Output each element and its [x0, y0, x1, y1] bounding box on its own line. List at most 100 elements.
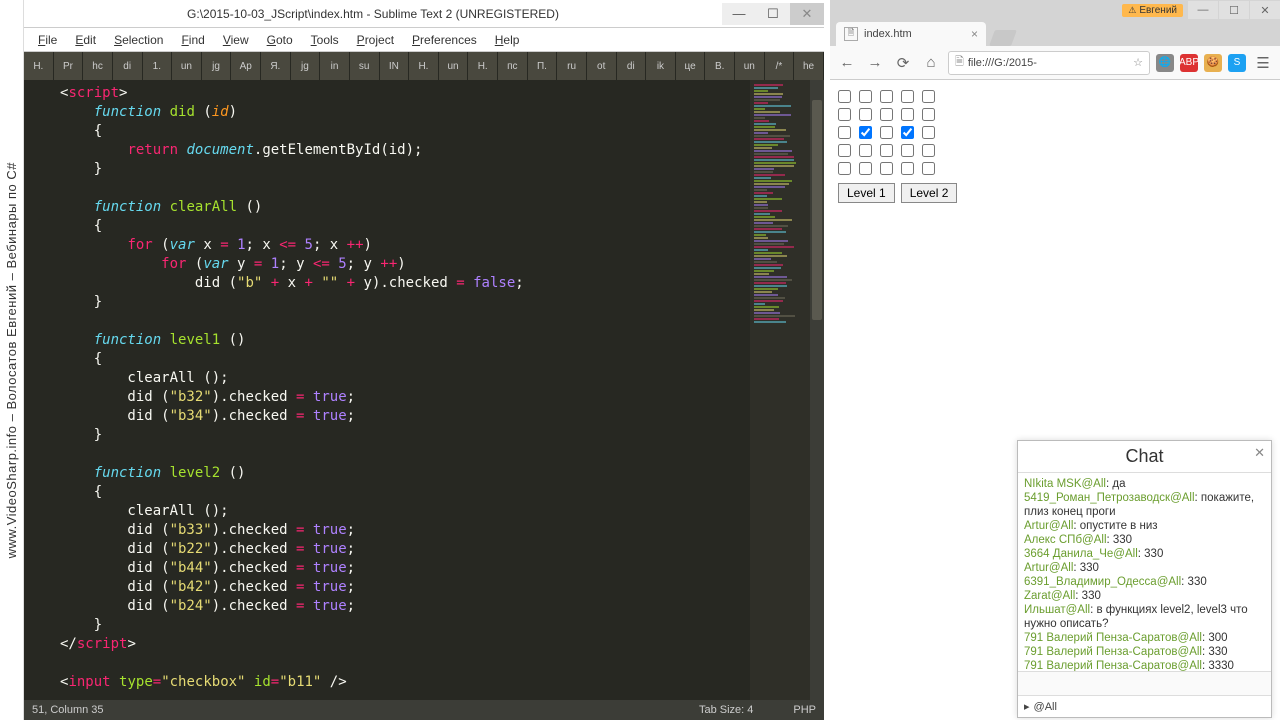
close-button[interactable]: ✕ — [790, 3, 824, 25]
reload-button[interactable]: ⟳ — [892, 52, 914, 74]
minimap[interactable] — [750, 80, 810, 700]
sublime-tab[interactable]: ot — [587, 52, 617, 80]
url-bar[interactable]: 🗎 file:///G:/2015- ☆ — [948, 51, 1150, 75]
sublime-tab[interactable]: in — [320, 52, 350, 80]
sublime-tab[interactable]: su — [350, 52, 380, 80]
ext-cookie-icon[interactable]: 🍪 — [1204, 54, 1222, 72]
sublime-tab[interactable]: В. — [705, 52, 735, 80]
checkbox-b23[interactable] — [880, 108, 893, 121]
checkbox-b54[interactable] — [901, 162, 914, 175]
sublime-tabbar[interactable]: Н.Prhcdi1.unjgАрЯ.jginsuINН.unН.псП.ruot… — [24, 52, 824, 80]
sublime-tab[interactable]: Я. — [261, 52, 291, 80]
sublime-tab[interactable]: Ар — [231, 52, 261, 80]
chrome-tab[interactable]: 🗎 index.htm × — [836, 22, 986, 46]
sublime-tab[interactable]: П. — [528, 52, 558, 80]
level1-button[interactable]: Level 1 — [838, 183, 895, 203]
menu-button[interactable]: ☰ — [1252, 52, 1274, 74]
sublime-tab[interactable]: un — [735, 52, 765, 80]
checkbox-b12[interactable] — [859, 90, 872, 103]
checkbox-b42[interactable] — [859, 144, 872, 157]
sublime-tab[interactable]: Н. — [409, 52, 439, 80]
chrome-close-button[interactable]: ✕ — [1250, 1, 1280, 19]
checkbox-b41[interactable] — [838, 144, 851, 157]
home-button[interactable]: ⌂ — [920, 52, 942, 74]
menu-preferences[interactable]: Preferences — [404, 31, 485, 49]
checkbox-b24[interactable] — [901, 108, 914, 121]
sublime-tab[interactable]: jg — [291, 52, 321, 80]
checkbox-b51[interactable] — [838, 162, 851, 175]
line-gutter — [24, 80, 60, 700]
sublime-tab[interactable]: jg — [202, 52, 232, 80]
sublime-tab[interactable]: di — [113, 52, 143, 80]
sublime-tab[interactable]: Н. — [468, 52, 498, 80]
menu-edit[interactable]: Edit — [67, 31, 104, 49]
checkbox-b44[interactable] — [901, 144, 914, 157]
menu-tools[interactable]: Tools — [303, 31, 347, 49]
sublime-titlebar: G:\2015-10-03_JScript\index.htm - Sublim… — [24, 0, 824, 28]
checkbox-b21[interactable] — [838, 108, 851, 121]
checkbox-b52[interactable] — [859, 162, 872, 175]
ext-abp-icon[interactable]: ABP — [1180, 54, 1198, 72]
chat-body[interactable]: NIkita MSK@All: да5419_Роман_Петрозаводс… — [1018, 473, 1271, 671]
chat-input[interactable] — [1018, 671, 1271, 695]
new-tab-button[interactable] — [989, 30, 1017, 46]
checkbox-b34[interactable] — [901, 126, 914, 139]
checkbox-b32[interactable] — [859, 126, 872, 139]
chrome-user-badge[interactable]: Евгений — [1122, 4, 1183, 17]
checkbox-b14[interactable] — [901, 90, 914, 103]
back-button[interactable]: ← — [836, 52, 858, 74]
menu-help[interactable]: Help — [487, 31, 528, 49]
maximize-button[interactable]: ☐ — [756, 3, 790, 25]
forward-button[interactable]: → — [864, 52, 886, 74]
sublime-tab[interactable]: 1. — [143, 52, 173, 80]
checkbox-b43[interactable] — [880, 144, 893, 157]
level2-button[interactable]: Level 2 — [901, 183, 958, 203]
menu-file[interactable]: File — [30, 31, 65, 49]
code-editor[interactable]: <script> function did (id) { return docu… — [60, 80, 750, 700]
menu-view[interactable]: View — [215, 31, 257, 49]
chat-footer[interactable]: ▸ @All — [1018, 695, 1271, 717]
chrome-maximize-button[interactable]: ☐ — [1219, 1, 1249, 19]
scrollbar-thumb[interactable] — [812, 100, 822, 320]
menu-find[interactable]: Find — [173, 31, 212, 49]
sublime-tab[interactable]: IN — [380, 52, 410, 80]
ext-skype-icon[interactable]: S — [1228, 54, 1246, 72]
ext-globe-icon[interactable]: 🌐 — [1156, 54, 1174, 72]
menu-project[interactable]: Project — [349, 31, 402, 49]
sublime-tab[interactable]: ik — [646, 52, 676, 80]
sublime-tab[interactable]: he — [794, 52, 824, 80]
checkbox-b45[interactable] — [922, 144, 935, 157]
checkbox-b55[interactable] — [922, 162, 935, 175]
checkbox-b35[interactable] — [922, 126, 935, 139]
bookmark-star-icon[interactable]: ☆ — [1133, 56, 1143, 69]
checkbox-b22[interactable] — [859, 108, 872, 121]
status-tabsize[interactable]: Tab Size: 4 — [699, 704, 753, 716]
checkbox-b11[interactable] — [838, 90, 851, 103]
menu-selection[interactable]: Selection — [106, 31, 171, 49]
sublime-tab[interactable]: un — [172, 52, 202, 80]
menu-goto[interactable]: Goto — [259, 31, 301, 49]
checkbox-b31[interactable] — [838, 126, 851, 139]
sublime-tab[interactable]: це — [676, 52, 706, 80]
checkbox-b25[interactable] — [922, 108, 935, 121]
chat-close-icon[interactable]: ✕ — [1254, 445, 1265, 461]
sublime-tab[interactable]: di — [617, 52, 647, 80]
tab-close-icon[interactable]: × — [971, 27, 978, 41]
chat-panel: Chat ✕ NIkita MSK@All: да5419_Роман_Петр… — [1017, 440, 1272, 718]
sublime-tab[interactable]: ru — [557, 52, 587, 80]
scrollbar-vertical[interactable] — [810, 80, 824, 700]
sublime-tab[interactable]: hc — [83, 52, 113, 80]
checkbox-b15[interactable] — [922, 90, 935, 103]
minimize-button[interactable]: — — [722, 3, 756, 25]
sublime-title: G:\2015-10-03_JScript\index.htm - Sublim… — [24, 7, 722, 21]
sublime-tab[interactable]: пс — [498, 52, 528, 80]
sublime-tab[interactable]: un — [439, 52, 469, 80]
sublime-tab[interactable]: /* — [765, 52, 795, 80]
sublime-tab[interactable]: Н. — [24, 52, 54, 80]
checkbox-b33[interactable] — [880, 126, 893, 139]
chrome-minimize-button[interactable]: — — [1188, 1, 1218, 19]
sublime-tab[interactable]: Pr — [54, 52, 84, 80]
status-syntax[interactable]: PHP — [793, 704, 816, 716]
checkbox-b53[interactable] — [880, 162, 893, 175]
checkbox-b13[interactable] — [880, 90, 893, 103]
